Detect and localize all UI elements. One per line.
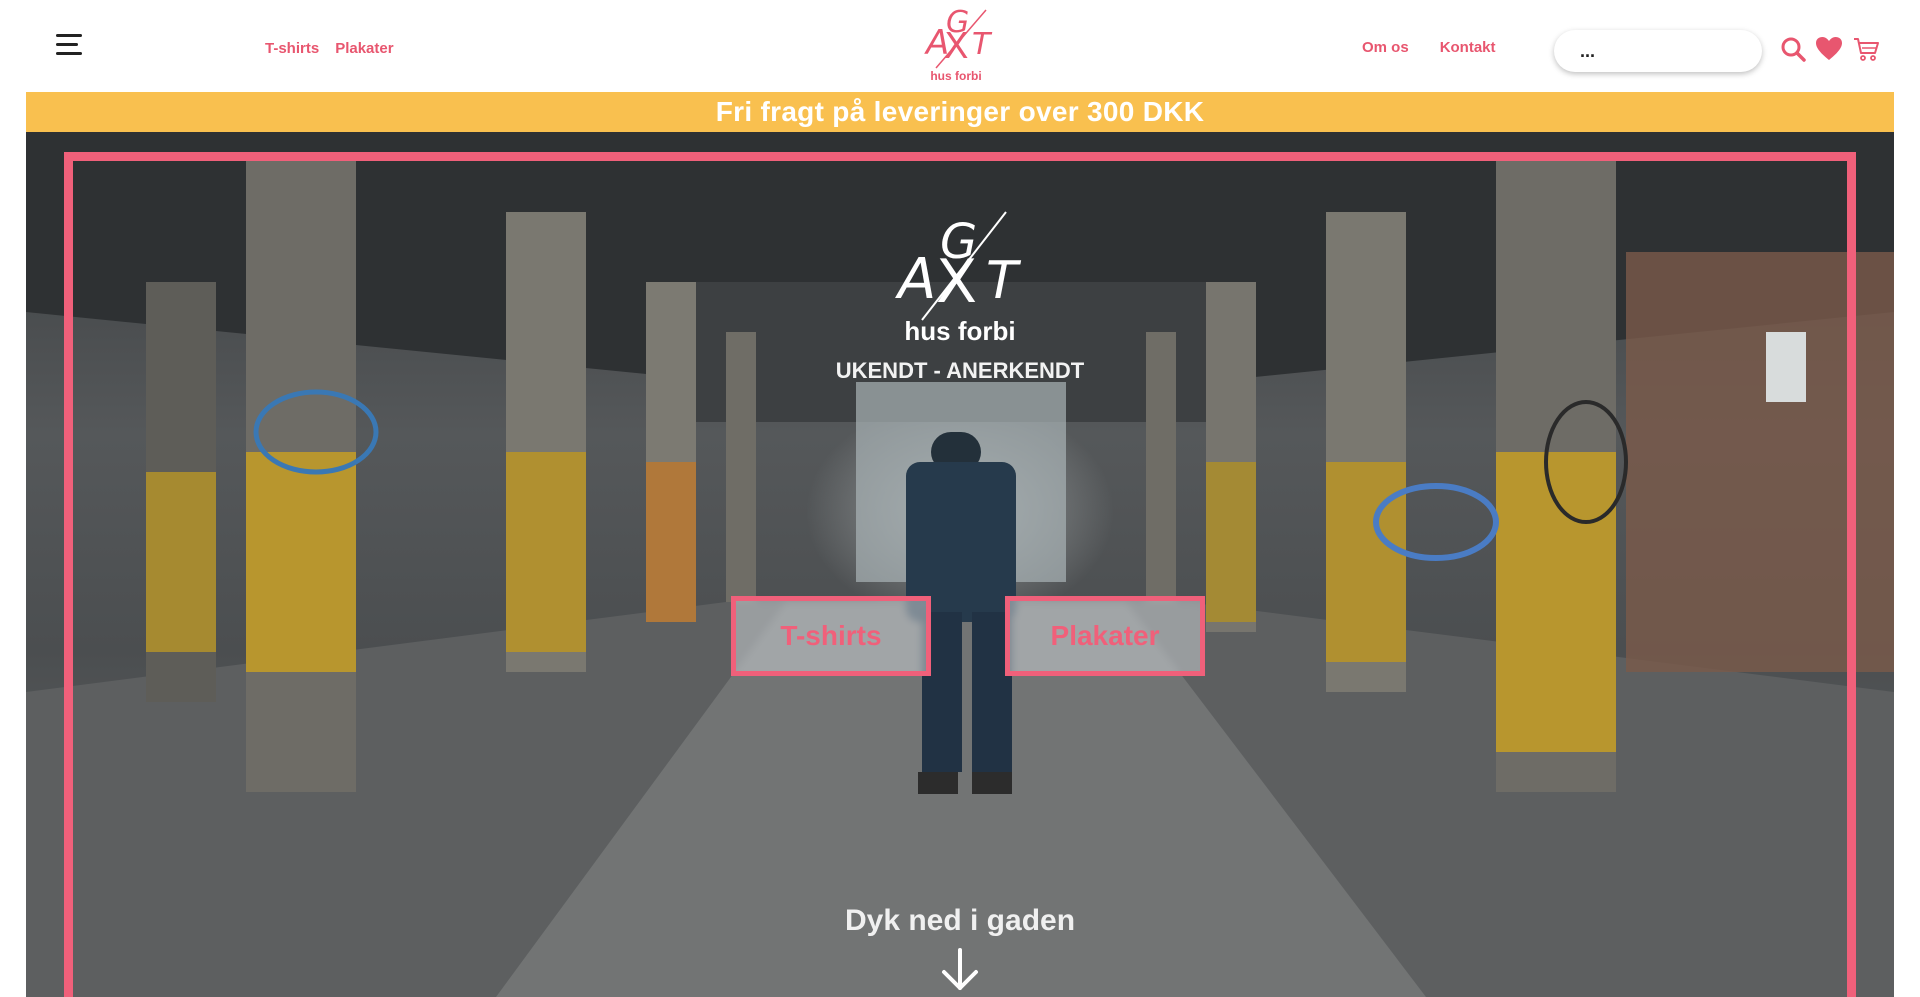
secondary-nav: Om os Kontakt (1362, 39, 1496, 56)
hero-plakater-button[interactable]: Plakater (1005, 596, 1205, 676)
svg-text:T: T (972, 27, 993, 62)
svg-text:X: X (944, 26, 969, 67)
hero-section: A G X T hus forbi UKENDT - ANERKENDT T-s… (26, 132, 1894, 997)
svg-text:T: T (986, 251, 1022, 311)
nav-link-tshirts[interactable]: T-shirts (265, 40, 319, 57)
nav-link-plakater[interactable]: Plakater (335, 40, 393, 57)
arrow-down-icon[interactable] (940, 948, 980, 992)
shipping-banner: Fri fragt på leveringer over 300 DKK (26, 92, 1894, 132)
nav-link-om-os[interactable]: Om os (1362, 39, 1409, 56)
svg-text:A: A (895, 247, 936, 312)
shipping-banner-text: Fri fragt på leveringer over 300 DKK (715, 96, 1205, 127)
hero-tshirts-button[interactable]: T-shirts (731, 596, 931, 676)
scroll-prompt: Dyk ned i gaden (844, 904, 1076, 937)
page: T-shirts Plakater A G X T hus forbi Om o… (26, 0, 1894, 997)
site-logo[interactable]: A G X T hus forbi (916, 2, 996, 84)
search-input[interactable] (1554, 30, 1762, 72)
primary-nav: T-shirts Plakater (265, 40, 394, 57)
cart-icon[interactable] (1853, 36, 1881, 62)
hero-brand-name: hus forbi (904, 316, 1016, 346)
site-header: T-shirts Plakater A G X T hus forbi Om o… (26, 0, 1894, 92)
search-icon[interactable] (1780, 36, 1808, 62)
nav-link-kontakt[interactable]: Kontakt (1440, 39, 1496, 56)
heart-icon[interactable] (1815, 36, 1843, 62)
menu-icon[interactable] (56, 34, 82, 56)
hero-tagline: UKENDT - ANERKENDT (835, 358, 1085, 383)
search-box (1554, 30, 1762, 72)
logo-mark: A G X T (924, 5, 993, 69)
hero-logo: A G X T (895, 211, 1022, 321)
logo-subtitle: hus forbi (930, 69, 982, 83)
